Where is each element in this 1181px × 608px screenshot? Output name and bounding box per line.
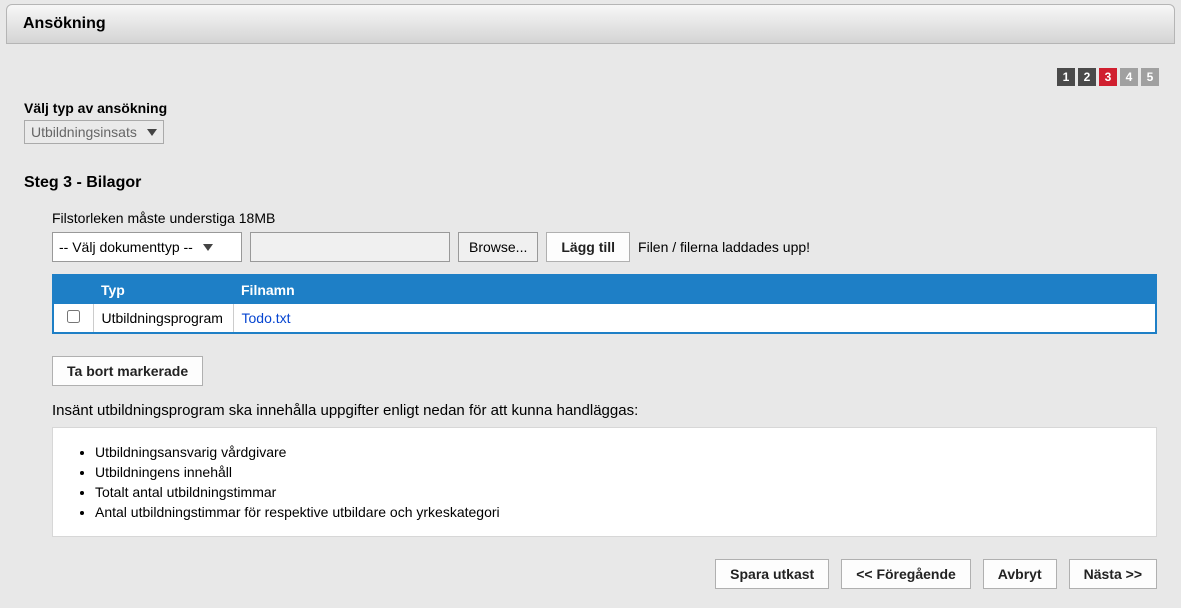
chevron-down-icon <box>203 244 213 251</box>
chevron-down-icon <box>147 129 157 136</box>
footer-buttons: Spara utkast << Föregående Avbryt Nästa … <box>6 543 1175 597</box>
table-row: Utbildningsprogram Todo.txt <box>53 304 1156 333</box>
doc-type-select[interactable]: -- Välj dokumenttyp -- <box>52 232 242 262</box>
wizard-step-4[interactable]: 4 <box>1120 68 1138 86</box>
upload-status: Filen / filerna laddades upp! <box>638 239 810 255</box>
col-type: Typ <box>93 275 233 304</box>
panel-title: Ansökning <box>6 4 1175 44</box>
save-draft-button[interactable]: Spara utkast <box>715 559 829 589</box>
next-button[interactable]: Nästa >> <box>1069 559 1157 589</box>
wizard-steps: 1 2 3 4 5 <box>6 44 1175 94</box>
type-select: Utbildningsinsats <box>24 120 164 144</box>
add-file-button[interactable]: Lägg till <box>546 232 630 262</box>
file-path-field[interactable] <box>250 232 450 262</box>
wizard-step-2[interactable]: 2 <box>1078 68 1096 86</box>
row-checkbox[interactable] <box>67 310 80 323</box>
info-intro: Insänt utbildningsprogram ska innehålla … <box>52 402 1157 419</box>
wizard-step-1[interactable]: 1 <box>1057 68 1075 86</box>
file-table: Typ Filnamn Utbildningsprogram Todo.txt <box>52 274 1157 334</box>
previous-button[interactable]: << Föregående <box>841 559 971 589</box>
type-select-value: Utbildningsinsats <box>31 124 137 140</box>
cancel-button[interactable]: Avbryt <box>983 559 1057 589</box>
row-type: Utbildningsprogram <box>93 304 233 333</box>
info-item: Totalt antal utbildningstimmar <box>95 482 1134 502</box>
type-select-label: Välj typ av ansökning <box>24 100 1157 116</box>
info-box: Utbildningsansvarig vårdgivare Utbildnin… <box>52 427 1157 537</box>
wizard-step-5[interactable]: 5 <box>1141 68 1159 86</box>
file-size-note: Filstorleken måste understiga 18MB <box>52 210 1157 226</box>
browse-button[interactable]: Browse... <box>458 232 538 262</box>
col-filename: Filnamn <box>233 275 1156 304</box>
remove-selected-button[interactable]: Ta bort markerade <box>52 356 203 386</box>
step-heading: Steg 3 - Bilagor <box>24 174 1157 192</box>
info-item: Utbildningsansvarig vårdgivare <box>95 442 1134 462</box>
info-item: Utbildningens innehåll <box>95 462 1134 482</box>
doc-type-value: -- Välj dokumenttyp -- <box>59 239 193 255</box>
row-filename-link[interactable]: Todo.txt <box>242 310 291 326</box>
wizard-step-3[interactable]: 3 <box>1099 68 1117 86</box>
info-item: Antal utbildningstimmar för respektive u… <box>95 502 1134 522</box>
col-checkbox <box>53 275 93 304</box>
